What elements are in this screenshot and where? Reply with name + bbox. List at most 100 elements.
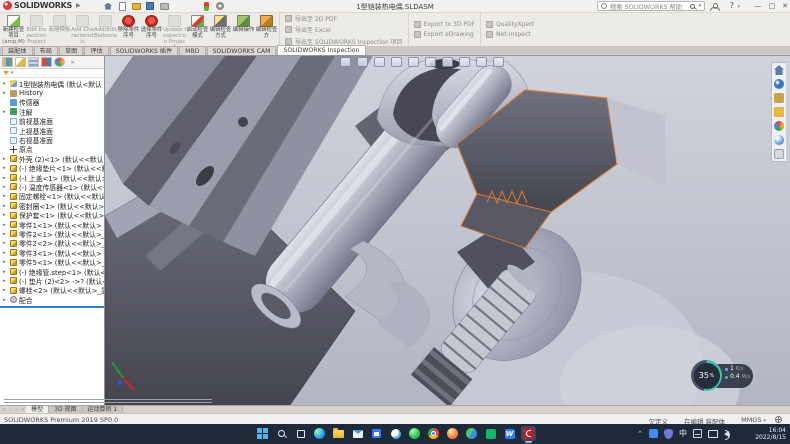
custom-properties-icon[interactable] [774, 149, 784, 159]
expand-icon[interactable]: ▸ [3, 90, 8, 96]
app-green-square-icon[interactable] [483, 426, 498, 441]
search-icon[interactable] [690, 4, 695, 9]
tree-item[interactable]: ▸ 零件3<1> (默认<<默认>_显示状态 [0, 248, 104, 257]
expand-icon[interactable]: ▸ [3, 165, 8, 171]
ribbon-tab[interactable]: SOLIDWORKS 插件 [110, 46, 178, 55]
appearances-icon[interactable] [774, 135, 784, 145]
expand-icon[interactable]: ▸ [3, 156, 8, 162]
export-link[interactable]: Export to 3D PDF [414, 21, 476, 28]
solidworks-logo[interactable]: SOLIDWORKS ▶ [3, 1, 81, 10]
tree-item[interactable]: ▸ 零件5<1> (默认<<默认>_显示状态 [0, 257, 104, 266]
partner-link[interactable]: Net-Inspect [486, 31, 534, 38]
expand-icon[interactable]: ▸ [3, 269, 8, 275]
tab-scroll-first-icon[interactable]: « [0, 407, 7, 413]
ribbon-button[interactable]: Add Characteristic [71, 14, 94, 46]
zoom-area-icon[interactable] [357, 57, 368, 67]
tree-item[interactable]: ▸ 螺栓<2> (默认<<默认>_显示状态 [0, 286, 104, 295]
tree-item[interactable]: ▸ 注解 [0, 107, 104, 116]
export-link[interactable]: Export eDrawing [414, 31, 476, 38]
tree-item[interactable]: ▸ 原点 [0, 145, 104, 154]
tray-chevron-icon[interactable]: ⌃ [637, 430, 643, 438]
sw-resources-icon[interactable] [774, 79, 784, 89]
ribbon-tab[interactable]: 草图 [59, 46, 83, 55]
expand-icon[interactable]: ▸ [3, 259, 8, 265]
view-settings-icon[interactable] [493, 57, 504, 67]
tree-item[interactable]: ▸ (-) 温度传感器<1> (默认<<默认>_ [0, 182, 104, 191]
tree-item[interactable]: ▸ (-) 绝缘垫片<1> (默认<<默认>_显 [0, 164, 104, 173]
ribbon-button[interactable]: 启动检查模式 [186, 14, 209, 46]
open-icon[interactable] [131, 1, 141, 11]
ribbon-tab[interactable]: MBD [179, 46, 205, 55]
expand-icon[interactable]: ▾ [3, 81, 8, 87]
expand-icon[interactable]: ▸ [3, 212, 8, 218]
volume-icon[interactable] [724, 431, 729, 437]
restore-button[interactable]: □ [769, 3, 776, 10]
network-monitor-icon[interactable] [708, 430, 718, 438]
ribbon-tab[interactable]: 评估 [84, 46, 108, 55]
tree-item[interactable]: ▸ (-) 上盖<1> (默认<<默认>_显示状 [0, 173, 104, 182]
app-green-icon[interactable] [407, 426, 422, 441]
panel-splitter-handle[interactable] [4, 399, 212, 403]
undo-icon[interactable] [173, 1, 183, 11]
tree-item[interactable]: ▸ 传感器 [0, 98, 104, 107]
expand-icon[interactable]: ▸ [3, 250, 8, 256]
edit-appearance-icon[interactable] [459, 57, 470, 67]
3d-model-view[interactable] [105, 56, 790, 405]
filter-caret-icon[interactable]: ▾ [11, 70, 14, 76]
connection-status-icon[interactable] [775, 416, 782, 423]
tree-item[interactable]: ▸ 密封圈<1> (默认<<默认>_显示状 [0, 201, 104, 210]
wps-w-icon[interactable] [502, 426, 517, 441]
input-mode-icon[interactable] [693, 429, 702, 438]
dimxpertmanager-tab-icon[interactable] [41, 57, 52, 67]
export-link[interactable]: 导出至 Excel [285, 25, 403, 34]
expand-icon[interactable]: ▸ [3, 175, 8, 181]
tree-item[interactable]: ▸ 外壳 (2)<1> (默认<<默认>_显示状 [0, 154, 104, 163]
zoom-fit-icon[interactable] [340, 57, 351, 67]
displaymanager-tab-icon[interactable] [54, 57, 65, 67]
tree-item[interactable]: ▸ 配合 [0, 295, 104, 304]
chrome-icon[interactable] [426, 426, 441, 441]
app-orange-icon[interactable] [445, 426, 460, 441]
tree-item[interactable]: ▸ (-) 绝缘管.step<1> (默认<<默认> [0, 267, 104, 276]
display-style-icon[interactable] [425, 57, 436, 67]
partner-link[interactable]: QualityXpert [486, 21, 534, 28]
tree-item[interactable]: ▸ 保护套<1> (默认<<默认>_显示状态 [0, 210, 104, 219]
propertymanager-tab-icon[interactable] [15, 57, 26, 67]
expand-icon[interactable]: ▸ [3, 297, 8, 303]
browser-360-icon[interactable] [464, 426, 479, 441]
ribbon-button[interactable]: 移除零件序号 [117, 14, 140, 46]
tree-item[interactable]: ▸ 上视基准面 [0, 126, 104, 135]
view-orientation-icon[interactable] [408, 57, 419, 67]
store-icon[interactable] [369, 426, 384, 441]
tab-scroll-last-icon[interactable]: » [19, 407, 26, 413]
ribbon-tab[interactable]: 布局 [34, 46, 58, 55]
search-icon[interactable] [274, 426, 289, 441]
export-link[interactable]: 导出至 2D PDF [285, 14, 403, 23]
sw-home-icon[interactable] [774, 65, 784, 75]
ribbon-button[interactable]: 编辑检查方 [255, 14, 278, 46]
featuremanager-tab-icon[interactable] [2, 57, 13, 67]
tree-item[interactable]: ▸ 前视基准面 [0, 117, 104, 126]
file-explorer-pane-icon[interactable] [774, 107, 784, 117]
ribbon-button[interactable]: 新建模板 [48, 14, 71, 46]
mail-icon[interactable] [350, 426, 365, 441]
select-icon[interactable] [187, 1, 197, 11]
minimize-button[interactable]: — [755, 3, 762, 10]
start-icon[interactable] [255, 426, 270, 441]
menu-expand-icon[interactable]: ▶ [76, 2, 81, 9]
expand-icon[interactable]: ▸ [3, 193, 8, 199]
new-document-icon[interactable] [117, 1, 127, 11]
weather-icon[interactable] [388, 426, 403, 441]
ribbon-tab[interactable]: 装配体 [2, 46, 33, 55]
apply-scene-icon[interactable] [476, 57, 487, 67]
task-view-icon[interactable] [293, 426, 308, 441]
ribbon-button[interactable]: Edit Inspection Project [25, 14, 48, 46]
view-palette-icon[interactable] [774, 121, 784, 131]
expand-icon[interactable]: ▸ [3, 222, 8, 228]
ribbon-button[interactable]: 新建检查项目 (amp;M) [2, 14, 25, 46]
graphics-area[interactable]: 35% 1K/s 0.4M/s [105, 56, 790, 405]
tray-shield-icon[interactable] [664, 429, 673, 439]
taskbar-clock[interactable]: 16:04 2022/8/15 [755, 427, 786, 441]
options-icon[interactable] [215, 1, 225, 11]
tree-item[interactable]: ▸ History [0, 88, 104, 97]
